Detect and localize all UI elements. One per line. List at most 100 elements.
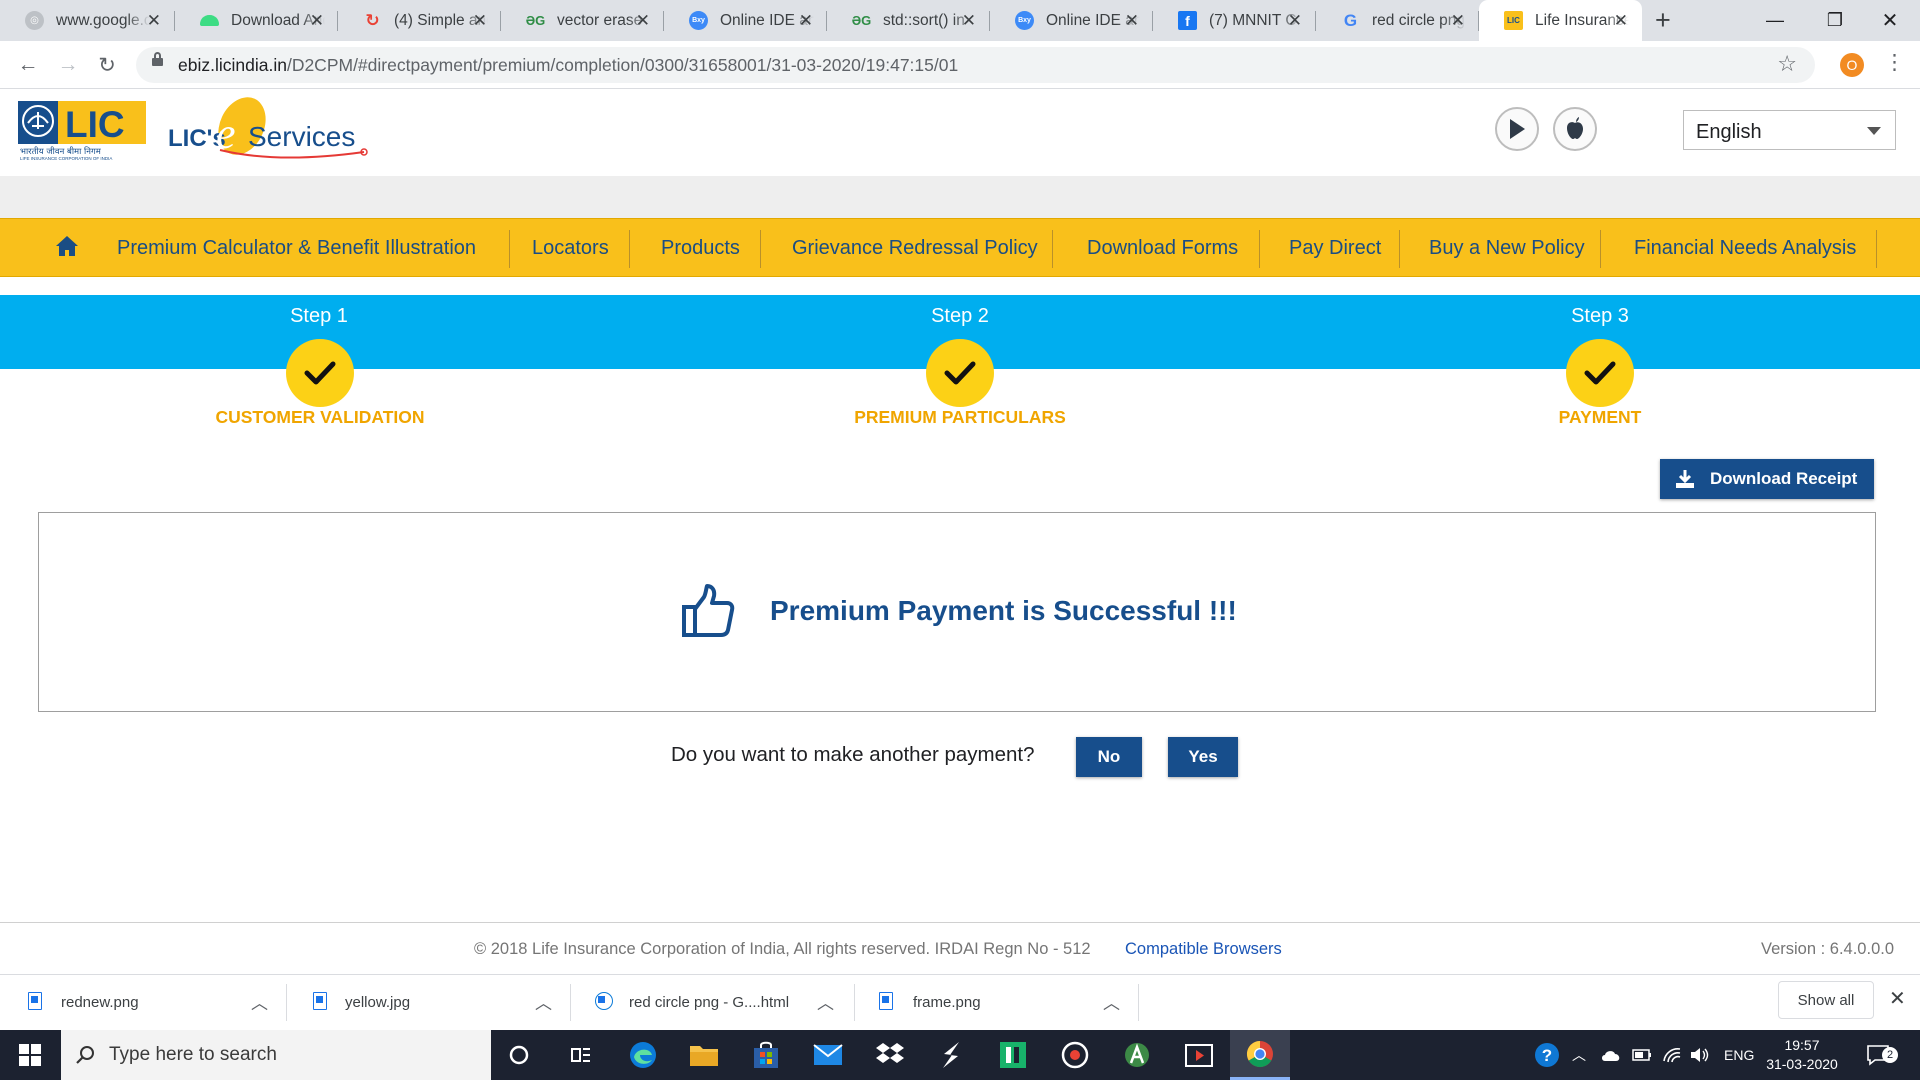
download-shelf: rednew.png ︿ yellow.jpg ︿ red circle png… — [0, 974, 1920, 1029]
restore-icon[interactable]: ❐ — [1805, 0, 1865, 41]
bookmark-star-icon[interactable]: ☆ — [1777, 51, 1797, 77]
step-1-label: Step 1 — [290, 305, 348, 327]
mail-icon[interactable] — [798, 1030, 858, 1080]
menu-divider — [509, 230, 510, 268]
browser-tab[interactable]: Bxy Online IDE and ✕ — [990, 0, 1153, 41]
profile-avatar[interactable]: O — [1840, 53, 1864, 77]
browser-tab-active[interactable]: LIC Life Insurance ✕ — [1479, 0, 1642, 41]
chevron-up-icon[interactable]: ︿ — [251, 989, 268, 1014]
close-tab-icon[interactable]: ✕ — [1451, 11, 1465, 31]
download-receipt-button[interactable]: Download Receipt — [1660, 459, 1874, 499]
chrome-browser-icon[interactable] — [1230, 1030, 1290, 1080]
dropbox-icon[interactable] — [860, 1030, 920, 1080]
menu-item-grievance-redressal[interactable]: Grievance Redressal Policy — [792, 219, 1038, 278]
search-icon — [76, 1046, 94, 1064]
chevron-up-icon[interactable]: ︿ — [817, 989, 834, 1014]
gfg-icon: ƏG — [525, 13, 546, 28]
menu-divider — [1876, 230, 1877, 268]
sublime-text-icon[interactable] — [921, 1030, 981, 1080]
notification-center-icon[interactable]: 2 — [1866, 1030, 1898, 1080]
video-editor-icon[interactable] — [1169, 1030, 1229, 1080]
wifi-icon[interactable] — [1662, 1030, 1682, 1080]
close-tab-icon[interactable]: ✕ — [1125, 11, 1139, 31]
chevron-up-icon[interactable]: ︿ — [1103, 989, 1120, 1014]
close-tab-icon[interactable]: ✕ — [636, 11, 650, 31]
download-item[interactable]: red circle png - G....html ︿ — [571, 975, 855, 1030]
close-tab-icon[interactable]: ✕ — [799, 11, 813, 31]
cortana-icon[interactable] — [489, 1030, 549, 1080]
browser-tab[interactable]: Bxy Online IDE and ✕ — [664, 0, 827, 41]
chevron-up-icon[interactable]: ︿ — [535, 989, 552, 1014]
menu-item-financial-needs[interactable]: Financial Needs Analysis — [1634, 219, 1856, 278]
taskbar-search-box[interactable]: Type here to search — [61, 1030, 491, 1080]
back-arrow-icon[interactable]: ← — [12, 49, 44, 81]
minimize-icon[interactable]: — — [1745, 0, 1805, 41]
lic-logo[interactable]: LIC भारतीय जीवन बीमा निगम LIFE INSURANCE… — [18, 101, 146, 161]
menu-divider — [1259, 230, 1260, 268]
reload-icon[interactable]: ↻ — [91, 49, 123, 81]
battery-icon[interactable] — [1632, 1030, 1652, 1080]
android-studio-icon[interactable] — [1107, 1030, 1167, 1080]
close-window-icon[interactable]: ✕ — [1860, 0, 1920, 41]
browser-menu-icon[interactable]: ⋮ — [1884, 50, 1905, 75]
download-item[interactable]: rednew.png ︿ — [0, 975, 287, 1030]
close-tab-icon[interactable]: ✕ — [962, 11, 976, 31]
menu-item-products[interactable]: Products — [661, 219, 740, 278]
browser-tab[interactable]: ◎ www.google.com ✕ — [0, 0, 175, 41]
browser-tab[interactable]: G red circle png ✕ — [1316, 0, 1479, 41]
address-bar[interactable]: ebiz.licindia.in/D2CPM/#directpayment/pr… — [136, 47, 1815, 83]
new-tab-icon[interactable]: + — [1655, 5, 1671, 36]
menu-item-download-forms[interactable]: Download Forms — [1087, 219, 1238, 278]
browser-tab[interactable]: Download Android ✕ — [175, 0, 338, 41]
chevron-up-icon[interactable]: ︿ — [1572, 1030, 1586, 1080]
language-value: English — [1696, 121, 1762, 143]
checkmark-icon — [1584, 361, 1616, 385]
input-language-indicator[interactable]: ENG — [1724, 1030, 1754, 1080]
download-item[interactable]: frame.png ︿ — [855, 975, 1139, 1030]
sync-icon: ↻ — [365, 10, 380, 30]
step-3-label: Step 3 — [1571, 305, 1629, 327]
onedrive-cloud-icon[interactable] — [1600, 1030, 1622, 1080]
system-clock[interactable]: 19:57 31-03-2020 — [1752, 1036, 1852, 1074]
yes-button[interactable]: Yes — [1168, 737, 1238, 777]
play-store-button[interactable] — [1495, 107, 1539, 151]
download-filename: frame.png — [913, 994, 981, 1011]
home-icon[interactable] — [55, 235, 79, 257]
menu-divider — [1600, 230, 1601, 268]
download-item[interactable]: yellow.jpg ︿ — [287, 975, 571, 1030]
menu-item-pay-direct[interactable]: Pay Direct — [1289, 219, 1381, 278]
url-host: ebiz.licindia.in — [178, 55, 287, 75]
close-download-shelf-icon[interactable]: ✕ — [1889, 986, 1906, 1011]
app-store-button[interactable] — [1553, 107, 1597, 151]
language-select[interactable]: English — [1683, 110, 1896, 150]
show-all-downloads-button[interactable]: Show all — [1778, 981, 1874, 1019]
compatible-browsers-link[interactable]: Compatible Browsers — [1125, 940, 1282, 959]
lic-eservices-logo[interactable]: LIC's e Services — [168, 94, 372, 166]
close-tab-icon[interactable]: ✕ — [310, 11, 324, 31]
edge-browser-icon[interactable] — [613, 1030, 673, 1080]
close-tab-icon[interactable]: ✕ — [1288, 11, 1302, 31]
browser-tab[interactable]: ƏG vector erase ✕ — [501, 0, 664, 41]
forward-arrow-icon[interactable]: → — [52, 49, 84, 81]
browser-tab[interactable]: ↻ (4) Simple and ✕ — [338, 0, 501, 41]
url-text[interactable]: ebiz.licindia.in/D2CPM/#directpayment/pr… — [178, 55, 958, 76]
close-tab-icon[interactable]: ✕ — [1614, 11, 1628, 31]
close-tab-icon[interactable]: ✕ — [473, 11, 487, 31]
close-tab-icon[interactable]: ✕ — [147, 11, 161, 31]
payment-success-panel: Premium Payment is Successful !!! — [38, 512, 1876, 712]
browser-tab[interactable]: ƏG std::sort() in ✕ — [827, 0, 990, 41]
windows-taskbar: Type here to search ? ︿ ENG 19:57 31-03-… — [0, 1030, 1920, 1080]
help-icon[interactable]: ? — [1533, 1030, 1561, 1080]
task-view-icon[interactable] — [551, 1030, 611, 1080]
browser-tab[interactable]: f (7) MNNIT C ✕ — [1153, 0, 1316, 41]
menu-item-buy-new-policy[interactable]: Buy a New Policy — [1429, 219, 1585, 278]
no-button[interactable]: No — [1076, 737, 1142, 777]
file-explorer-icon[interactable] — [674, 1030, 734, 1080]
volume-icon[interactable] — [1690, 1030, 1710, 1080]
menu-item-locators[interactable]: Locators — [532, 219, 609, 278]
menu-item-premium-calculator[interactable]: Premium Calculator & Benefit Illustratio… — [117, 219, 476, 278]
media-player-icon[interactable] — [1045, 1030, 1105, 1080]
microsoft-store-icon[interactable] — [736, 1030, 796, 1080]
windows-start-button[interactable] — [0, 1030, 60, 1080]
spreadsheet-app-icon[interactable] — [983, 1030, 1043, 1080]
